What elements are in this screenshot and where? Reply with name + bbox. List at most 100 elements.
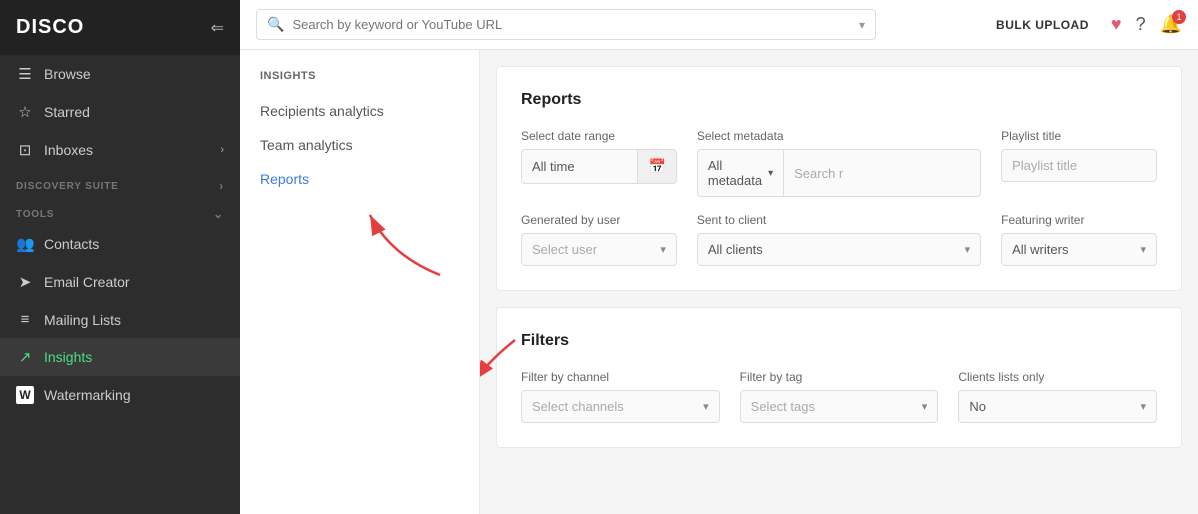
list-icon: ≡ [16,311,34,328]
favorites-icon[interactable]: ♥ [1111,14,1122,35]
sidebar-item-inboxes[interactable]: ⊡ Inboxes › [0,131,240,169]
watermark-icon: W [16,386,34,404]
chevron-down-icon: ▾ [660,243,666,256]
chevron-down-icon: ▾ [1140,400,1146,413]
notification-bell[interactable]: 🔔 1 [1160,14,1182,35]
topbar: 🔍 ▾ BULK UPLOAD ♥ ? 🔔 1 [240,0,1198,50]
playlist-title-input[interactable] [1012,158,1146,173]
sidebar-item-contacts[interactable]: 👥 Contacts [0,225,240,263]
bulk-upload-button[interactable]: BULK UPLOAD [988,14,1097,36]
calendar-icon[interactable]: 📅 [637,150,675,183]
generated-by-field: Generated by user ▾ [521,213,677,266]
section-discovery-suite[interactable]: DISCOVERY SUITE › [0,169,240,197]
sent-to-field: Sent to client All clients ▾ [697,213,981,266]
reports-filters-grid: Select date range All time 📅 Select meta… [521,129,1157,266]
sidebar-item-label: Inboxes [44,142,93,158]
tag-filter-field: Filter by tag ▾ [740,370,939,423]
chevron-down-icon: ▾ [965,243,971,256]
section-label: DISCOVERY SUITE [16,181,119,192]
sidebar-item-label: Email Creator [44,274,130,290]
tag-select-input[interactable] [751,399,922,414]
sidebar-item-label: Watermarking [44,387,131,403]
featuring-label: Featuring writer [1001,213,1157,227]
featuring-dropdown[interactable]: All writers ▾ [1001,233,1157,266]
chevron-down-icon: ▾ [1140,243,1146,256]
channel-select-input[interactable] [532,399,703,414]
date-range-input[interactable]: All time 📅 [521,149,677,184]
metadata-input[interactable]: All metadata ▾ [697,149,981,197]
sidebar-collapse-button[interactable]: ⇐ [211,18,224,38]
clients-only-value: No [969,399,986,414]
contacts-icon: 👥 [16,235,34,253]
channel-dropdown[interactable]: ▾ [521,390,720,423]
metadata-value: All metadata [708,158,762,188]
tag-label: Filter by tag [740,370,939,384]
sidebar-item-email-creator[interactable]: ➤ Email Creator [0,263,240,301]
sidebar-item-label: Browse [44,66,91,82]
search-input[interactable] [292,17,851,32]
sidebar-item-label: Starred [44,104,90,120]
chevron-down-icon: ▾ [768,168,773,179]
channel-label: Filter by channel [521,370,720,384]
sidebar-item-browse[interactable]: ☰ Browse [0,55,240,93]
date-range-value: All time [522,151,637,182]
chevron-down-icon: ⌄ [213,207,224,221]
app-logo: DISCO [16,16,84,39]
help-icon[interactable]: ? [1136,14,1146,35]
sent-to-dropdown[interactable]: All clients ▾ [697,233,981,266]
reports-title: Reports [521,91,1157,109]
featuring-value: All writers [1012,242,1068,257]
chevron-down-icon: ▾ [859,18,865,32]
chevron-right-icon: › [219,179,224,193]
star-icon: ☆ [16,103,34,121]
sidebar: DISCO ⇐ ☰ Browse ☆ Starred ⊡ Inboxes › D… [0,0,240,514]
section-tools[interactable]: TOOLS ⌄ [0,197,240,225]
sidebar-item-insights[interactable]: ↗ Insights [0,338,240,376]
playlist-input[interactable] [1001,149,1157,182]
metadata-field: Select metadata All metadata ▾ [697,129,981,197]
generated-by-dropdown[interactable]: ▾ [521,233,677,266]
featuring-writer-field: Featuring writer All writers ▾ [1001,213,1157,266]
metadata-select[interactable]: All metadata ▾ [698,150,784,196]
sidebar-item-starred[interactable]: ☆ Starred [0,93,240,131]
sub-nav-header: INSIGHTS [240,70,479,94]
playlist-label: Playlist title [1001,129,1157,143]
sidebar-item-mailing-lists[interactable]: ≡ Mailing Lists [0,301,240,338]
sub-nav-item-reports[interactable]: Reports [240,162,479,196]
metadata-label: Select metadata [697,129,981,143]
sent-to-label: Sent to client [697,213,981,227]
sidebar-item-label: Contacts [44,236,99,252]
sidebar-item-label: Mailing Lists [44,312,121,328]
clients-only-dropdown[interactable]: No ▾ [958,390,1157,423]
browse-icon: ☰ [16,65,34,83]
inbox-icon: ⊡ [16,141,34,159]
date-range-field: Select date range All time 📅 [521,129,677,197]
filters-title: Filters [521,332,1157,350]
reports-area: Reports Select date range All time 📅 Sel… [480,50,1198,514]
sidebar-item-watermarking[interactable]: W Watermarking [0,376,240,414]
sidebar-header: DISCO ⇐ [0,0,240,55]
notification-count: 1 [1172,10,1186,24]
insights-icon: ↗ [16,348,34,366]
playlist-field: Playlist title [1001,129,1157,197]
section-label: TOOLS [16,209,54,220]
tag-dropdown[interactable]: ▾ [740,390,939,423]
chevron-down-icon: ▾ [703,400,709,413]
sidebar-navigation: ☰ Browse ☆ Starred ⊡ Inboxes › DISCOVERY… [0,55,240,514]
filters-grid: Filter by channel ▾ Filter by tag ▾ [521,370,1157,423]
user-select-input[interactable] [532,242,660,257]
sub-nav-item-team[interactable]: Team analytics [240,128,479,162]
sub-nav-item-recipients[interactable]: Recipients analytics [240,94,479,128]
search-icon: 🔍 [267,16,284,33]
clients-only-label: Clients lists only [958,370,1157,384]
channel-filter-field: Filter by channel ▾ [521,370,720,423]
arrow-to-reports [360,205,460,285]
metadata-search-input[interactable] [784,158,980,189]
chevron-right-icon: › [220,144,224,156]
date-range-label: Select date range [521,129,677,143]
email-icon: ➤ [16,273,34,291]
filters-section: Filters Filter by channel ▾ Filter by ta… [496,307,1182,448]
clients-only-field: Clients lists only No ▾ [958,370,1157,423]
search-bar[interactable]: 🔍 ▾ [256,9,876,40]
sidebar-item-label: Insights [44,349,92,365]
